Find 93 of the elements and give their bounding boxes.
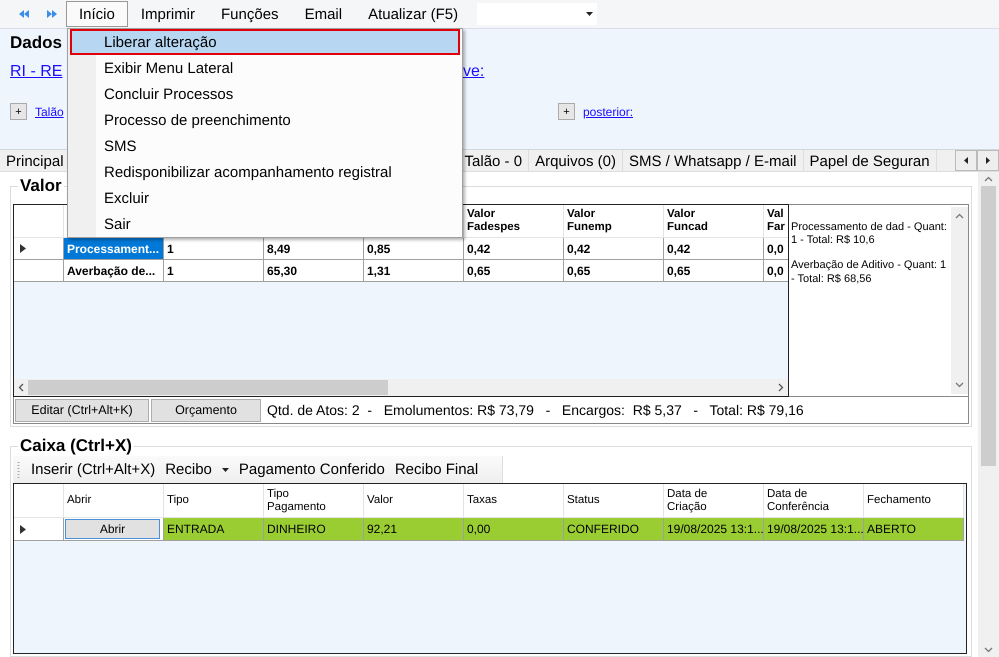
column-header[interactable]: Valor Funcad bbox=[664, 205, 764, 238]
table-cell: 92,21 bbox=[364, 518, 464, 541]
table-cell: 0,85 bbox=[364, 238, 464, 260]
toolbar-button[interactable]: Inserir (Ctrl+Alt+X) bbox=[26, 459, 160, 480]
dropdown-caret-icon bbox=[222, 468, 229, 472]
grip-icon bbox=[17, 460, 20, 478]
column-header[interactable]: Tipo bbox=[164, 484, 264, 518]
table-cell: ABERTO bbox=[864, 518, 964, 541]
expand-button[interactable]: + bbox=[10, 103, 27, 120]
row-header[interactable] bbox=[14, 238, 64, 260]
vertical-scrollbar[interactable] bbox=[978, 172, 999, 657]
menu-item[interactable]: Concluir Processos bbox=[70, 81, 460, 107]
table-cell: Processament... bbox=[64, 238, 164, 260]
chevron-up-icon[interactable] bbox=[955, 213, 964, 219]
tab[interactable]: Papel de Seguran bbox=[804, 150, 937, 172]
table-cell: CONFERIDO bbox=[564, 518, 664, 541]
table-cell: 0,42 bbox=[464, 238, 564, 260]
section-link[interactable]: posterior: bbox=[583, 104, 634, 118]
column-header[interactable]: Abrir bbox=[64, 484, 164, 518]
chevron-down-icon[interactable] bbox=[984, 647, 993, 653]
toolbar-button[interactable]: Recibo Final bbox=[390, 459, 484, 480]
table-cell: 0,65 bbox=[464, 260, 564, 282]
table-cell: 1,31 bbox=[364, 260, 464, 282]
row-header[interactable] bbox=[14, 518, 64, 541]
expand-button[interactable]: + bbox=[558, 103, 575, 120]
menu-item[interactable]: Exibir Menu Lateral bbox=[70, 55, 460, 81]
double-arrow-left-icon[interactable] bbox=[18, 9, 30, 19]
column-header[interactable]: Val Far bbox=[764, 205, 788, 238]
menu-item[interactable]: Início bbox=[66, 1, 128, 27]
horizontal-scrollbar[interactable] bbox=[14, 379, 788, 396]
tab[interactable]: Arquivos (0) bbox=[529, 150, 623, 172]
group-title: Caixa (Ctrl+X) bbox=[19, 436, 133, 456]
menu-item[interactable]: Email bbox=[292, 1, 356, 27]
table-cell: 0,0 bbox=[764, 260, 788, 282]
summary-text: Processamento de dad - Quant: 1 - Total: R$ 10,6 bbox=[791, 221, 948, 248]
double-arrow-right-icon[interactable] bbox=[46, 9, 58, 19]
toolbar-button[interactable]: Pagamento Conferido bbox=[234, 459, 390, 480]
row-pointer-icon bbox=[20, 524, 26, 534]
chevron-down-icon[interactable] bbox=[955, 382, 964, 388]
menu-item[interactable]: Sair bbox=[70, 211, 460, 237]
caret-left-icon bbox=[964, 157, 968, 164]
corner-header-cell bbox=[14, 205, 64, 238]
tab-scroll-left-button[interactable] bbox=[955, 150, 977, 171]
menu-item[interactable]: Funções bbox=[208, 1, 292, 27]
record-link[interactable]: ve: bbox=[463, 63, 484, 81]
menu-item[interactable]: Redisponibilizar acompanhamento registral bbox=[70, 159, 460, 185]
table-cell: 0,00 bbox=[464, 518, 564, 541]
table-cell: 19/08/2025 13:1... bbox=[764, 518, 864, 541]
summary-text: Averbação de Aditivo - Quant: 1 - Total: R$ 68,56 bbox=[791, 259, 948, 286]
action-button[interactable]: Orçamento bbox=[151, 398, 261, 422]
menu-item[interactable]: Excluir bbox=[70, 185, 460, 211]
caret-right-icon bbox=[986, 157, 990, 164]
table-cell: 8,49 bbox=[264, 238, 364, 260]
table-cell: ENTRADA bbox=[164, 518, 264, 541]
table-cell: 0,42 bbox=[564, 238, 664, 260]
action-button[interactable]: Editar (Ctrl+Alt+K) bbox=[15, 398, 149, 422]
table-cell: 65,30 bbox=[264, 260, 364, 282]
row-pointer-icon bbox=[20, 244, 26, 253]
chevron-up-icon[interactable] bbox=[984, 176, 993, 182]
section-title: Dados bbox=[10, 33, 62, 54]
column-header[interactable]: Valor bbox=[364, 484, 464, 518]
menu-item[interactable]: Liberar alteração bbox=[70, 29, 460, 55]
tab[interactable]: SMS / Whatsapp / E-mail bbox=[622, 150, 804, 172]
column-header[interactable]: Tipo Pagamento bbox=[264, 484, 364, 518]
table-cell: 0,42 bbox=[664, 238, 764, 260]
table-cell: 0,65 bbox=[664, 260, 764, 282]
menu-item[interactable]: Atualizar (F5) bbox=[355, 1, 472, 27]
chevron-right-icon[interactable] bbox=[778, 383, 784, 392]
column-header[interactable]: Fechamento bbox=[864, 484, 964, 518]
chevron-left-icon[interactable] bbox=[18, 383, 24, 392]
dropdown-caret-icon bbox=[586, 12, 594, 16]
column-header[interactable]: Taxas bbox=[464, 484, 564, 518]
table-cell: 0,0 bbox=[764, 238, 788, 260]
table-cell: 1 bbox=[164, 260, 264, 282]
section-link[interactable]: Talão bbox=[35, 104, 64, 118]
table-cell: 19/08/2025 13:1... bbox=[664, 518, 764, 541]
column-header[interactable]: Valor Fadespes bbox=[464, 205, 564, 238]
column-header[interactable]: Data de Criação bbox=[664, 484, 764, 518]
column-header[interactable]: Data de Conferência bbox=[764, 484, 864, 518]
column-header[interactable]: Valor Funemp bbox=[564, 205, 664, 238]
table-cell: Averbação de... bbox=[64, 260, 164, 282]
column-header[interactable]: Status bbox=[564, 484, 664, 518]
table-cell: DINHEIRO bbox=[264, 518, 364, 541]
menu-item[interactable]: Imprimir bbox=[128, 1, 208, 27]
totals-text: Qtd. de Atos: 2 - Emolumentos: R$ 73,79 - Encargos: R$ 5,37 - Total: R$ 79,16 bbox=[267, 402, 804, 418]
menu-item[interactable]: SMS bbox=[70, 133, 460, 159]
open-button[interactable]: Abrir bbox=[65, 519, 160, 539]
menu-item[interactable]: Processo de preenchimento bbox=[70, 107, 460, 133]
toolbar-button[interactable]: Recibo bbox=[160, 459, 234, 480]
tab-scroll-right-button[interactable] bbox=[977, 150, 999, 171]
table-cell: 1 bbox=[164, 238, 264, 260]
table-cell: 0,65 bbox=[564, 260, 664, 282]
group-title: Valor bbox=[19, 176, 63, 196]
